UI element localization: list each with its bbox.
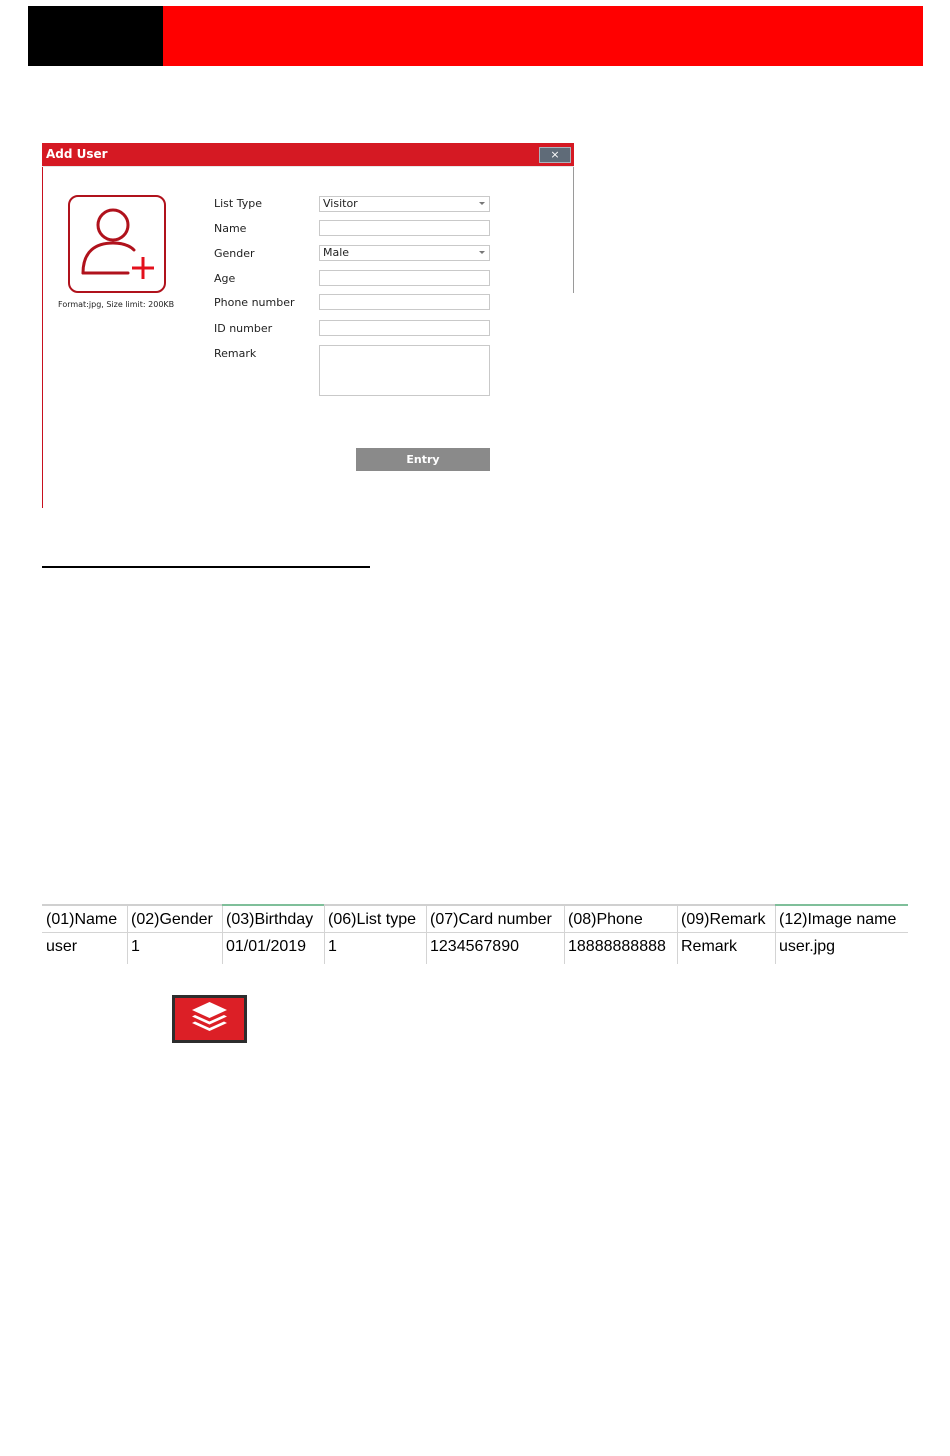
id-number-label: ID number bbox=[214, 322, 273, 335]
list-type-value: Visitor bbox=[323, 197, 358, 210]
close-icon: × bbox=[550, 148, 560, 161]
column-header[interactable]: (02)Gender bbox=[127, 907, 222, 933]
column-divider bbox=[775, 906, 776, 964]
gender-value: Male bbox=[323, 246, 350, 259]
column-divider bbox=[222, 906, 223, 964]
batch-import-button[interactable] bbox=[172, 995, 247, 1043]
column-header[interactable]: (09)Remark bbox=[677, 907, 775, 933]
name-input[interactable] bbox=[319, 220, 490, 236]
remark-textarea[interactable] bbox=[319, 345, 490, 396]
layers-icon bbox=[192, 1002, 227, 1031]
column-divider bbox=[564, 906, 565, 964]
column-divider bbox=[127, 906, 128, 964]
list-type-label: List Type bbox=[214, 197, 262, 210]
phone-number-input[interactable] bbox=[319, 294, 490, 310]
sheet-selection-marker bbox=[775, 904, 908, 906]
column-header[interactable]: (12)Image name bbox=[775, 907, 908, 933]
gender-select[interactable]: Male bbox=[319, 245, 490, 261]
phone-number-label: Phone number bbox=[214, 296, 295, 309]
dialog-left-border bbox=[42, 165, 43, 508]
table-cell[interactable]: 1234567890 bbox=[426, 934, 564, 960]
dialog-title-bar: Add User × bbox=[42, 143, 574, 167]
table-cell[interactable]: 1 bbox=[324, 934, 426, 960]
close-button[interactable]: × bbox=[539, 147, 571, 163]
column-header[interactable]: (01)Name bbox=[42, 907, 127, 933]
table-cell[interactable]: 18888888888 bbox=[564, 934, 677, 960]
column-divider bbox=[677, 906, 678, 964]
column-header[interactable]: (08)Phone bbox=[564, 907, 677, 933]
chevron-down-icon bbox=[479, 251, 485, 254]
remark-label: Remark bbox=[214, 347, 257, 360]
table-row: user 1 01/01/2019 1 1234567890 18888888888 Rem… bbox=[42, 934, 908, 960]
column-header[interactable]: (06)List type bbox=[324, 907, 426, 933]
list-type-select[interactable]: Visitor bbox=[319, 196, 490, 212]
age-label: Age bbox=[214, 272, 236, 285]
dialog-right-border bbox=[573, 165, 574, 293]
entry-button[interactable]: Entry bbox=[356, 448, 490, 471]
sheet-selection-marker bbox=[222, 904, 324, 906]
id-number-input[interactable] bbox=[319, 320, 490, 336]
column-header[interactable]: (03)Birthday bbox=[222, 907, 324, 933]
horizontal-rule bbox=[42, 566, 370, 568]
gender-label: Gender bbox=[214, 247, 255, 260]
column-header[interactable]: (07)Card number bbox=[426, 907, 564, 933]
table-cell[interactable]: user.jpg bbox=[775, 934, 908, 960]
add-user-icon bbox=[81, 208, 154, 279]
table-cell[interactable]: 01/01/2019 bbox=[222, 934, 324, 960]
age-input[interactable] bbox=[319, 270, 490, 286]
column-divider bbox=[426, 906, 427, 964]
page-header-red-band bbox=[163, 6, 923, 66]
batch-import-button-face bbox=[175, 998, 244, 1040]
photo-upload-box[interactable] bbox=[68, 195, 166, 293]
column-divider bbox=[324, 906, 325, 964]
table-cell[interactable]: Remark bbox=[677, 934, 775, 960]
page-header-black-block bbox=[28, 6, 163, 66]
dialog-title: Add User bbox=[46, 147, 108, 161]
table-cell[interactable]: user bbox=[42, 934, 127, 960]
chevron-down-icon bbox=[479, 202, 485, 205]
table-cell[interactable]: 1 bbox=[127, 934, 222, 960]
table-header-row: (01)Name (02)Gender (03)Birthday (06)List t… bbox=[42, 907, 908, 933]
name-label: Name bbox=[214, 222, 247, 235]
import-template-spreadsheet: (01)Name (02)Gender (03)Birthday (06)List t… bbox=[42, 904, 908, 964]
photo-format-note: Format:jpg, Size limit: 200KB bbox=[58, 300, 175, 309]
add-user-dialog: Add User × Format:jpg, Size limit: 200KB… bbox=[42, 143, 574, 508]
